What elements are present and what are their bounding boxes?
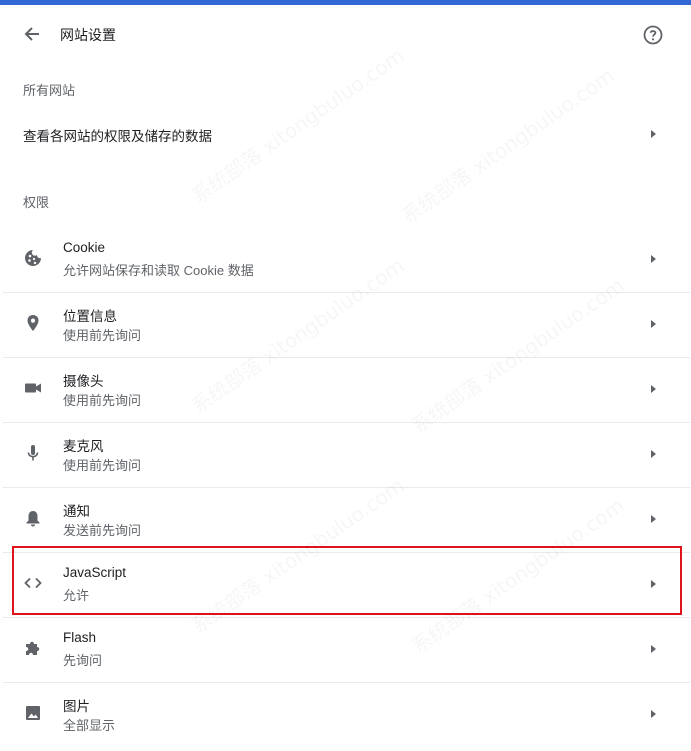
permission-item-flash[interactable]: Flash 先询问 — [3, 617, 690, 682]
permission-name: 位置信息 — [63, 309, 117, 324]
code-icon — [23, 573, 43, 593]
chevron-right-icon — [651, 255, 656, 263]
divider — [3, 552, 690, 553]
divider — [3, 357, 690, 358]
chevron-right-icon — [651, 130, 656, 138]
permission-item-camera[interactable]: 摄像头 使用前先询问 — [3, 357, 690, 422]
chevron-right-icon — [651, 385, 656, 393]
all-sites-link[interactable]: 查看各网站的权限及储存的数据 — [3, 110, 690, 158]
permission-name: Cookie — [63, 240, 106, 255]
all-sites-link-label: 查看各网站的权限及储存的数据 — [23, 129, 212, 144]
permission-status: 使用前先询问 — [63, 393, 142, 408]
puzzle-icon — [23, 638, 43, 658]
chevron-right-icon — [651, 580, 656, 588]
divider — [3, 487, 690, 488]
permission-item-images[interactable]: 图片 全部显示 — [3, 682, 690, 747]
divider — [3, 422, 690, 423]
permission-status: 发送前先询问 — [63, 523, 142, 538]
chevron-right-icon — [651, 450, 656, 458]
permission-name: 图片 — [63, 699, 90, 714]
permission-item-javascript[interactable]: JavaScript 允许 — [3, 552, 690, 617]
help-circle-icon[interactable] — [642, 24, 664, 46]
permissions-section-label: 权限 — [23, 195, 50, 210]
location-pin-icon — [23, 313, 43, 333]
permission-status: 先询问 — [63, 653, 103, 668]
permission-status: 全部显示 — [63, 718, 116, 733]
divider — [3, 617, 690, 618]
permission-status: 允许 — [63, 588, 90, 603]
permission-item-notifications[interactable]: 通知 发送前先询问 — [3, 487, 690, 552]
page-title: 网站设置 — [60, 27, 116, 43]
permission-status: 允许网站保存和读取 Cookie 数据 — [63, 263, 254, 278]
site-settings-page: 网站设置 所有网站 查看各网站的权限及储存的数据 权限 Cookie 允许网站保… — [3, 5, 690, 751]
bell-icon — [23, 508, 43, 528]
chevron-right-icon — [651, 515, 656, 523]
cookie-icon — [23, 248, 43, 268]
all-sites-section-label: 所有网站 — [23, 83, 76, 98]
chevron-right-icon — [651, 710, 656, 718]
back-arrow-icon[interactable] — [21, 23, 43, 45]
chevron-right-icon — [651, 320, 656, 328]
camera-icon — [23, 378, 43, 398]
permission-item-microphone[interactable]: 麦克风 使用前先询问 — [3, 422, 690, 487]
image-icon — [23, 703, 43, 723]
permission-status: 使用前先询问 — [63, 458, 142, 473]
microphone-icon — [23, 443, 43, 463]
permission-name: 摄像头 — [63, 374, 104, 389]
permission-name: Flash — [63, 630, 97, 645]
permission-name: 麦克风 — [63, 439, 104, 454]
chevron-right-icon — [651, 645, 656, 653]
divider — [3, 682, 690, 683]
permission-status: 使用前先询问 — [63, 328, 142, 343]
permission-name: 通知 — [63, 504, 90, 519]
permission-name: JavaScript — [63, 565, 127, 580]
page-header: 网站设置 — [3, 5, 690, 63]
divider — [3, 292, 690, 293]
permission-item-cookie[interactable]: Cookie 允许网站保存和读取 Cookie 数据 — [3, 227, 690, 292]
permission-item-location[interactable]: 位置信息 使用前先询问 — [3, 292, 690, 357]
